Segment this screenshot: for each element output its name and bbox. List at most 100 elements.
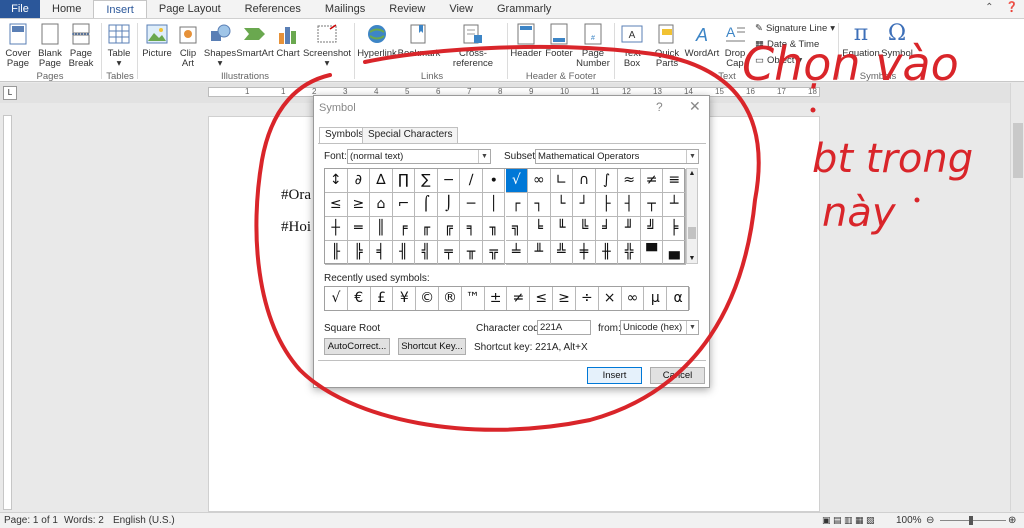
- tab-special-characters[interactable]: Special Characters: [362, 127, 459, 143]
- blank-page-button[interactable]: Blank Page: [36, 21, 64, 69]
- shortcut-key-button[interactable]: Shortcut Key...: [398, 338, 466, 355]
- quick-parts-button[interactable]: Quick Parts: [651, 21, 683, 69]
- symbol-cell[interactable]: ─: [460, 193, 483, 217]
- text-box-button[interactable]: A Text Box: [617, 21, 647, 69]
- symbol-cell[interactable]: ┤: [618, 193, 641, 217]
- symbol-cell[interactable]: ≥: [347, 193, 371, 217]
- symbol-cell[interactable]: ╬: [618, 241, 641, 265]
- cross-reference-button[interactable]: Cross-reference: [441, 21, 505, 69]
- recent-symbol-cell[interactable]: ±: [485, 287, 508, 310]
- symbol-cell-selected[interactable]: √: [505, 169, 529, 193]
- symbol-cell[interactable]: ╗: [505, 217, 529, 241]
- ribbon-collapse-icon[interactable]: ⌃: [985, 2, 993, 13]
- symbol-cell[interactable]: ╘: [528, 217, 551, 241]
- page-number-button[interactable]: # Page Number: [576, 21, 610, 69]
- bookmark-button[interactable]: Bookmark: [398, 21, 440, 59]
- symbol-cell[interactable]: ≤: [325, 193, 348, 217]
- symbol-cell[interactable]: ═: [347, 217, 371, 241]
- recent-symbols-grid[interactable]: √ € £ ¥ © ® ™ ± ≠ ≤ ≥ ÷ × ∞ µ α: [324, 286, 690, 311]
- symbol-cell[interactable]: ╨: [528, 241, 551, 265]
- symbol-cell[interactable]: ╚: [573, 217, 596, 241]
- recent-symbol-cell[interactable]: ≥: [553, 287, 576, 310]
- screenshot-button[interactable]: Screenshot ▾: [303, 21, 351, 69]
- symbol-cell[interactable]: ╜: [618, 217, 641, 241]
- symbol-button[interactable]: Ω Symbol: [880, 21, 914, 59]
- cancel-button[interactable]: Cancel: [650, 367, 705, 384]
- symbol-cell[interactable]: ╓: [415, 217, 438, 241]
- scroll-down-icon[interactable]: ▼: [687, 255, 697, 262]
- tab-references[interactable]: References: [233, 0, 313, 18]
- hyperlink-button[interactable]: Hyperlink: [357, 21, 397, 59]
- insert-button[interactable]: Insert: [587, 367, 642, 384]
- symbol-cell[interactable]: ⌂: [370, 193, 393, 217]
- page-count[interactable]: Page: 1 of 1: [4, 515, 58, 526]
- symbol-cell[interactable]: ╕: [460, 217, 483, 241]
- symbol-cell[interactable]: ∟: [550, 169, 574, 193]
- recent-symbol-cell[interactable]: ≤: [530, 287, 554, 310]
- symbol-cell[interactable]: ┘: [573, 193, 596, 217]
- symbol-cell[interactable]: ↕: [325, 169, 348, 193]
- equation-button[interactable]: π Equation: [842, 21, 880, 59]
- symbol-cell[interactable]: ╒: [392, 217, 416, 241]
- symbol-cell[interactable]: ╧: [505, 241, 529, 265]
- symbol-cell[interactable]: ╩: [550, 241, 574, 265]
- symbol-cell[interactable]: ∆: [370, 169, 393, 193]
- tab-insert[interactable]: Insert: [93, 0, 147, 18]
- symbol-cell[interactable]: ∑: [415, 169, 438, 193]
- signature-line-button[interactable]: ✎ Signature Line ▾: [755, 23, 835, 34]
- tab-page-layout[interactable]: Page Layout: [147, 0, 233, 18]
- drop-cap-button[interactable]: A Drop Cap: [721, 21, 749, 69]
- symbol-cell[interactable]: ╦: [482, 241, 506, 265]
- symbol-cell[interactable]: ≡: [663, 169, 686, 193]
- autocorrect-button[interactable]: AutoCorrect...: [324, 338, 390, 355]
- recent-symbol-cell[interactable]: ÷: [576, 287, 599, 310]
- zoom-slider[interactable]: [940, 520, 1006, 521]
- symbol-cell[interactable]: ┌: [505, 193, 529, 217]
- symbol-cell[interactable]: ∙: [482, 169, 506, 193]
- symbol-cell[interactable]: −: [437, 169, 461, 193]
- vertical-ruler[interactable]: [3, 115, 12, 510]
- symbol-cell[interactable]: ∕: [460, 169, 483, 193]
- dialog-help-icon[interactable]: ?: [656, 100, 663, 114]
- table-button[interactable]: Table ▾: [105, 21, 133, 69]
- scrollbar-thumb[interactable]: [1013, 123, 1023, 178]
- symbol-cell[interactable]: ╛: [595, 217, 619, 241]
- zoom-slider-thumb[interactable]: [969, 516, 973, 525]
- zoom-in-icon[interactable]: ⊕: [1008, 515, 1016, 526]
- symbol-cell[interactable]: ∏: [392, 169, 416, 193]
- tab-home[interactable]: Home: [40, 0, 93, 18]
- symbol-cell[interactable]: ┴: [663, 193, 686, 217]
- symbol-cell[interactable]: ╢: [392, 241, 416, 265]
- tab-view[interactable]: View: [437, 0, 485, 18]
- from-select[interactable]: Unicode (hex) ▼: [620, 320, 699, 335]
- word-count[interactable]: Words: 2: [64, 515, 104, 526]
- symbol-cell[interactable]: └: [550, 193, 574, 217]
- recent-symbol-cell[interactable]: ©: [416, 287, 440, 310]
- symbol-cell[interactable]: ╖: [482, 217, 506, 241]
- symbol-cell[interactable]: ╞: [663, 217, 686, 241]
- recent-symbol-cell[interactable]: α: [667, 287, 690, 310]
- symbol-cell[interactable]: ╠: [347, 241, 371, 265]
- smartart-button[interactable]: SmartArt: [236, 21, 274, 59]
- scroll-up-icon[interactable]: ▲: [687, 170, 697, 177]
- symbol-cell[interactable]: ╪: [573, 241, 596, 265]
- symbol-cell[interactable]: ╔: [437, 217, 461, 241]
- picture-button[interactable]: Picture: [141, 21, 173, 59]
- footer-button[interactable]: Footer: [544, 21, 574, 59]
- symbol-cell[interactable]: ∩: [573, 169, 596, 193]
- vertical-scrollbar[interactable]: [1010, 83, 1024, 511]
- zoom-level[interactable]: 100%: [896, 515, 922, 526]
- symbol-cell[interactable]: ║: [370, 217, 393, 241]
- symbol-cell[interactable]: ▀: [640, 241, 664, 265]
- object-button[interactable]: ▭ Object ▾: [755, 55, 802, 66]
- symbol-cell[interactable]: ├: [595, 193, 619, 217]
- symbol-cell[interactable]: ∂: [347, 169, 371, 193]
- symbol-cell[interactable]: ⌐: [392, 193, 416, 217]
- recent-symbol-cell[interactable]: €: [348, 287, 371, 310]
- font-select[interactable]: (normal text) ▼: [347, 149, 491, 164]
- recent-symbol-cell[interactable]: ≠: [508, 287, 531, 310]
- symbol-cell[interactable]: ╙: [550, 217, 574, 241]
- recent-symbol-cell[interactable]: µ: [644, 287, 668, 310]
- symbol-cell[interactable]: ┼: [325, 217, 348, 241]
- recent-symbol-cell[interactable]: ×: [599, 287, 622, 310]
